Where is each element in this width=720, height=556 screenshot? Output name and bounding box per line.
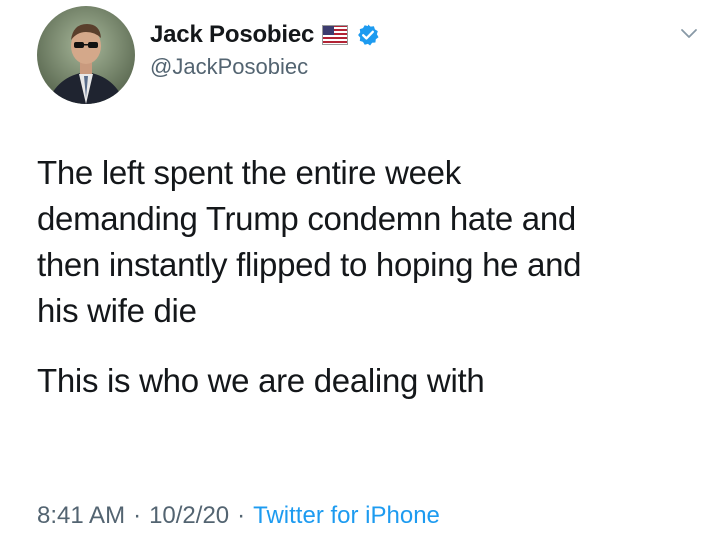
author-display-name[interactable]: Jack Posobiec bbox=[150, 21, 314, 49]
avatar-photo bbox=[37, 6, 135, 104]
tweet-card: Jack Posobiec @JackPosobiec The left spe… bbox=[0, 0, 720, 556]
tweet-text-paragraph: This is who we are dealing with bbox=[37, 362, 485, 399]
avatar[interactable] bbox=[37, 6, 135, 104]
verified-badge-icon bbox=[356, 23, 380, 47]
tweet-time[interactable]: 8:41 AM bbox=[37, 502, 125, 530]
separator: · bbox=[133, 502, 142, 529]
tweet-text-paragraph: The left spent the entire week demanding… bbox=[37, 154, 582, 329]
tweet-source-link[interactable]: Twitter for iPhone bbox=[253, 502, 440, 530]
tweet-date[interactable]: 10/2/20 bbox=[149, 502, 229, 530]
us-flag-icon bbox=[322, 25, 349, 45]
tweet-meta: 8:41 AM · 10/2/20 · Twitter for iPhone bbox=[37, 502, 440, 530]
tweet-text: The left spent the entire week demanding… bbox=[37, 150, 707, 404]
author-name-row: Jack Posobiec bbox=[150, 20, 380, 50]
chevron-down-icon[interactable] bbox=[678, 22, 700, 44]
author-handle[interactable]: @JackPosobiec bbox=[150, 54, 308, 80]
separator: · bbox=[237, 502, 246, 529]
